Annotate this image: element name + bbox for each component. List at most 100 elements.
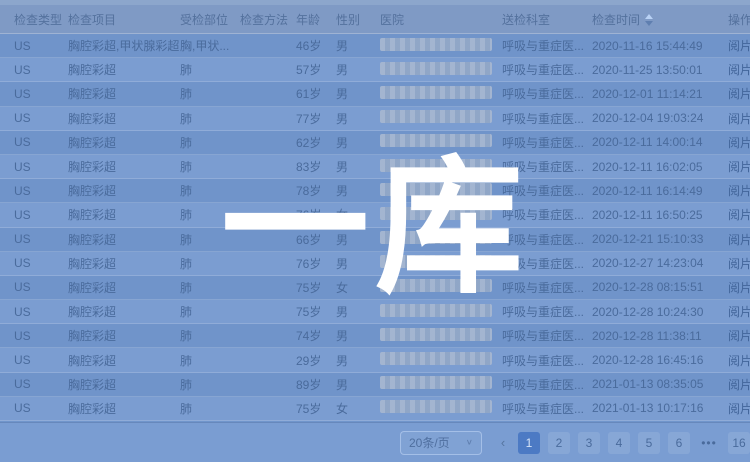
cell-dept: 呼吸与重症医... [502, 376, 592, 393]
cell-hospital [380, 231, 502, 247]
cell-age: 89岁 [296, 376, 336, 393]
cell-hospital [380, 110, 502, 126]
view-images-link[interactable]: 阅片 [728, 184, 750, 198]
table-row[interactable]: US胸腔彩超肺76岁男呼吸与重症医...2020-12-27 14:23:04阅… [0, 252, 750, 276]
sort-carets-icon[interactable] [645, 14, 653, 26]
view-images-link[interactable]: 阅片 [728, 233, 750, 247]
hospital-redacted-blur [380, 183, 492, 196]
view-images-link[interactable]: 阅片 [728, 305, 750, 319]
table-row[interactable]: US胸腔彩超肺78岁男呼吸与重症医...2020-12-11 16:14:49阅… [0, 179, 750, 203]
cell-item: 胸腔彩超 [68, 61, 180, 78]
cell-action: 阅片 [728, 182, 750, 199]
cell-item: 胸腔彩超 [68, 158, 180, 175]
table-row[interactable]: US胸腔彩超肺74岁男呼吸与重症医...2020-12-28 11:38:11阅… [0, 324, 750, 348]
table-row[interactable]: US胸腔彩超肺76岁女呼吸与重症医...2020-12-11 16:50:25阅… [0, 203, 750, 227]
view-images-link[interactable]: 阅片 [728, 208, 750, 222]
view-images-link[interactable]: 阅片 [728, 63, 750, 77]
view-images-link[interactable]: 阅片 [728, 402, 750, 416]
page-button-1[interactable]: 1 [518, 432, 540, 454]
cell-age: 77岁 [296, 110, 336, 127]
column-header-time[interactable]: 检查时间 [592, 11, 728, 28]
view-images-link[interactable]: 阅片 [728, 39, 750, 53]
view-images-link[interactable]: 阅片 [728, 329, 750, 343]
cell-item: 胸腔彩超 [68, 134, 180, 151]
cell-dept: 呼吸与重症医... [502, 231, 592, 248]
cell-hospital [380, 352, 502, 368]
view-images-link[interactable]: 阅片 [728, 354, 750, 368]
view-images-link[interactable]: 阅片 [728, 257, 750, 271]
prev-page-button[interactable]: ‹ [496, 435, 510, 450]
view-images-link[interactable]: 阅片 [728, 281, 750, 295]
hospital-redacted-blur [380, 376, 492, 389]
cell-age: 78岁 [296, 182, 336, 199]
cell-gender: 男 [336, 231, 380, 248]
page-button-4[interactable]: 4 [608, 432, 630, 454]
cell-gender: 女 [336, 279, 380, 296]
cell-age: 66岁 [296, 231, 336, 248]
cell-age: 76岁 [296, 255, 336, 272]
cell-hospital [380, 400, 502, 416]
page-button-5[interactable]: 5 [638, 432, 660, 454]
cell-gender: 男 [336, 85, 380, 102]
cell-hospital [380, 207, 502, 223]
cell-age: 83岁 [296, 158, 336, 175]
cell-gender: 男 [336, 376, 380, 393]
page-ellipsis[interactable]: ••• [698, 432, 720, 454]
table-row[interactable]: US胸腔彩超肺75岁女呼吸与重症医...2020-12-28 08:15:51阅… [0, 276, 750, 300]
cell-part: 肺 [180, 255, 240, 272]
cell-dept: 呼吸与重症医... [502, 206, 592, 223]
hospital-redacted-blur [380, 62, 492, 75]
table-row[interactable]: US胸腔彩超肺29岁男呼吸与重症医...2020-12-28 16:45:16阅… [0, 348, 750, 372]
table-row[interactable]: US胸腔彩超肺83岁男呼吸与重症医...2020-12-11 16:02:05阅… [0, 155, 750, 179]
cell-age: 57岁 [296, 61, 336, 78]
view-images-link[interactable]: 阅片 [728, 160, 750, 174]
cell-type: US [0, 401, 68, 415]
table-row[interactable]: US胸腔彩超肺75岁女呼吸与重症医...2021-01-13 10:17:16阅… [0, 397, 750, 421]
cell-item: 胸腔彩超 [68, 182, 180, 199]
pagination-bar: 20条/页 ∨ ‹ 123456 ••• 16 [0, 422, 750, 462]
cell-hospital [380, 134, 502, 150]
cell-time: 2020-12-01 11:14:21 [592, 87, 728, 101]
view-images-link[interactable]: 阅片 [728, 378, 750, 392]
table-row[interactable]: US胸腔彩超肺57岁男呼吸与重症医...2020-11-25 13:50:01阅… [0, 58, 750, 82]
cell-age: 74岁 [296, 327, 336, 344]
hospital-redacted-blur [380, 207, 492, 220]
cell-part: 肺 [180, 376, 240, 393]
cell-gender: 男 [336, 134, 380, 151]
hospital-redacted-blur [380, 231, 492, 244]
hospital-redacted-blur [380, 304, 492, 317]
page-size-select[interactable]: 20条/页 ∨ [400, 431, 482, 455]
cell-item: 胸腔彩超 [68, 85, 180, 102]
page-button-6[interactable]: 6 [668, 432, 690, 454]
cell-time: 2020-12-11 16:02:05 [592, 160, 728, 174]
page-button-3[interactable]: 3 [578, 432, 600, 454]
cell-time: 2020-12-11 14:00:14 [592, 135, 728, 149]
cell-type: US [0, 377, 68, 391]
table-row[interactable]: US胸腔彩超,甲状腺彩超胸,甲状...46岁男呼吸与重症医...2020-11-… [0, 34, 750, 58]
cell-action: 阅片 [728, 85, 750, 102]
table-row[interactable]: US胸腔彩超肺62岁男呼吸与重症医...2020-12-11 14:00:14阅… [0, 131, 750, 155]
page-button-2[interactable]: 2 [548, 432, 570, 454]
view-images-link[interactable]: 阅片 [728, 112, 750, 126]
cell-part: 肺 [180, 327, 240, 344]
view-images-link[interactable]: 阅片 [728, 136, 750, 150]
cell-dept: 呼吸与重症医... [502, 85, 592, 102]
table-row[interactable]: US胸腔彩超肺89岁男呼吸与重症医...2021-01-13 08:35:05阅… [0, 373, 750, 397]
cell-action: 阅片 [728, 255, 750, 272]
cell-time: 2020-11-25 13:50:01 [592, 63, 728, 77]
cell-part: 肺 [180, 231, 240, 248]
table-row[interactable]: US胸腔彩超肺61岁男呼吸与重症医...2020-12-01 11:14:21阅… [0, 82, 750, 106]
view-images-link[interactable]: 阅片 [728, 87, 750, 101]
cell-type: US [0, 184, 68, 198]
cell-time: 2021-01-13 08:35:05 [592, 377, 728, 391]
cell-part: 肺 [180, 134, 240, 151]
table-row[interactable]: US胸腔彩超肺75岁男呼吸与重症医...2020-12-28 10:24:30阅… [0, 300, 750, 324]
column-header-hospital: 医院 [380, 11, 502, 28]
cell-age: 76岁 [296, 206, 336, 223]
page-button-16[interactable]: 16 [728, 432, 750, 454]
table-row[interactable]: US胸腔彩超肺66岁男呼吸与重症医...2020-12-21 15:10:33阅… [0, 228, 750, 252]
cell-age: 75岁 [296, 303, 336, 320]
cell-dept: 呼吸与重症医... [502, 303, 592, 320]
table-row[interactable]: US胸腔彩超肺77岁男呼吸与重症医...2020-12-04 19:03:24阅… [0, 107, 750, 131]
cell-gender: 男 [336, 37, 380, 54]
